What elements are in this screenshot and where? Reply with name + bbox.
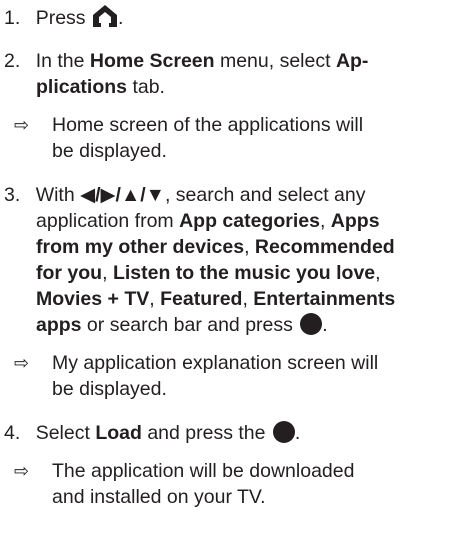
arrow-right-icon: ⇨ (14, 115, 30, 135)
step-2: 2. In the Home Screen menu, select Ap- (4, 50, 369, 72)
step-4: 4. Select Load and press the . (4, 421, 301, 444)
step-number: 1. (4, 7, 21, 29)
arrow-right-icon: ⇨ (14, 353, 30, 373)
step-3: 3. With ◀/▶/▲/▼, search and select any (4, 184, 366, 206)
step-text: Press (35, 7, 86, 29)
instructions-list: 1. Press . 2. In the Home Screen menu, s… (0, 0, 459, 534)
home-icon (92, 4, 118, 35)
step-1: 1. Press . (4, 4, 123, 35)
nav-arrows-icon: ◀/▶/▲/▼ (80, 184, 165, 206)
ok-button-icon (300, 313, 323, 335)
ok-button-icon (272, 421, 295, 443)
arrow-right-icon: ⇨ (14, 461, 30, 481)
